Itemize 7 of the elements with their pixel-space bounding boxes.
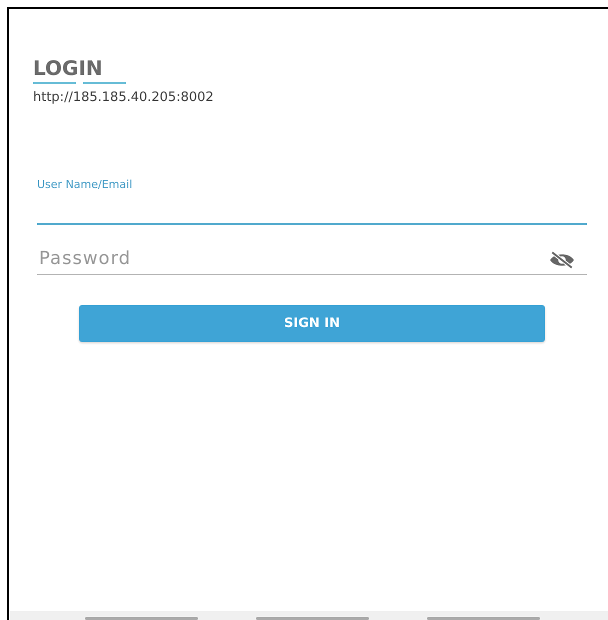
field-label: User Name/Email (37, 177, 132, 193)
title-underline (83, 82, 126, 84)
page-title: LOGIN (33, 56, 103, 80)
title-underline (33, 82, 76, 84)
server-url: http://185.185.40.205:8002 (33, 89, 214, 107)
sign-in-button[interactable]: SIGN IN (79, 305, 545, 342)
eye-slash-icon[interactable] (549, 250, 575, 270)
